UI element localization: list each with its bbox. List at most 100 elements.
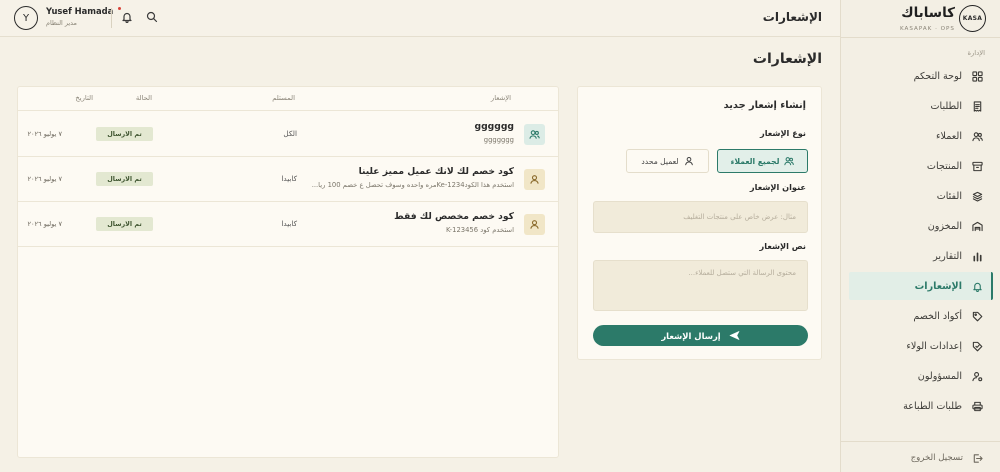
sidebar-item-notifications[interactable]: الإشعارات bbox=[849, 272, 993, 300]
user-name: Yusef Hamada bbox=[46, 6, 114, 16]
users-icon bbox=[524, 124, 545, 145]
table-row[interactable]: gggggg ggggggg الكل تم الارسال ٧ يوليو ٢… bbox=[18, 112, 558, 157]
warehouse-icon bbox=[971, 220, 983, 232]
sidebar-item-print-requests[interactable]: طلبات الطباعة bbox=[849, 392, 993, 420]
tag-icon bbox=[971, 310, 983, 322]
body-field-label: نص الإشعار bbox=[759, 241, 806, 251]
new-notification-form: إنشاء إشعار جديد نوع الإشعار لجميع العمل… bbox=[577, 86, 822, 360]
send-notification-button[interactable]: إرسال الإشعار bbox=[593, 325, 808, 346]
header-title: الإشعارات bbox=[762, 10, 822, 24]
logout-icon bbox=[972, 453, 983, 464]
user-icon bbox=[524, 169, 545, 190]
receipt-icon bbox=[971, 100, 983, 112]
brand-tagline: KASAPAK · OPS bbox=[899, 26, 955, 32]
top-header: Y Yusef Hamada مدير النظام الإشعارات bbox=[0, 0, 840, 37]
column-header-date: التاريخ bbox=[75, 94, 93, 102]
unread-dot bbox=[118, 7, 121, 10]
user-icon bbox=[524, 214, 545, 235]
sidebar-item-dashboard[interactable]: لوحة التحكم bbox=[849, 62, 993, 90]
logout-label: تسجيل الخروج bbox=[910, 453, 963, 463]
notifications-bell-icon[interactable] bbox=[121, 11, 133, 23]
sidebar-item-label: التقارير bbox=[933, 250, 962, 262]
notification-recipient: الكل bbox=[283, 129, 297, 138]
notification-date: ٧ يوليو ٢٠٢٦ bbox=[27, 220, 62, 228]
grid-icon bbox=[971, 70, 983, 82]
sidebar-item-label: المخزون bbox=[927, 220, 962, 232]
table-header: الإشعار المستلم الحالة التاريخ bbox=[18, 87, 558, 111]
sidebar-item-label: الإشعارات bbox=[914, 280, 962, 292]
sidebar-item-label: الطلبات bbox=[930, 100, 962, 112]
column-header-recipient: المستلم bbox=[272, 94, 295, 102]
printer-icon bbox=[971, 400, 983, 412]
users-icon bbox=[971, 130, 983, 142]
sidebar-item-reports[interactable]: التقارير bbox=[849, 242, 993, 270]
sidebar-item-admins[interactable]: المسؤولون bbox=[849, 362, 993, 390]
sidebar-item-customers[interactable]: العملاء bbox=[849, 122, 993, 150]
status-badge: تم الارسال bbox=[96, 217, 153, 231]
body-textarea[interactable] bbox=[593, 260, 808, 311]
notifications-table: الإشعار المستلم الحالة التاريخ gggggg gg… bbox=[17, 86, 559, 458]
users-icon bbox=[784, 156, 795, 166]
sidebar-nav: لوحة التحكم الطلبات العملاء المنتجات الف… bbox=[849, 62, 993, 422]
sidebar-item-label: الفئات bbox=[936, 190, 962, 202]
notification-body: استخدم كود K-123456 bbox=[445, 226, 514, 234]
sidebar-item-label: إعدادات الولاء bbox=[906, 340, 962, 352]
type-option-specific-customer[interactable]: لعميل محدد bbox=[626, 149, 709, 173]
table-row[interactable]: كود خصم مخصص لك فقط استخدم كود K-123456 … bbox=[18, 202, 558, 247]
sidebar-item-orders[interactable]: الطلبات bbox=[849, 92, 993, 120]
sidebar-item-loyalty-settings[interactable]: إعدادات الولاء bbox=[849, 332, 993, 360]
archive-icon bbox=[971, 160, 983, 172]
title-field-label: عنوان الإشعار bbox=[749, 182, 806, 192]
sidebar-section-label: الإدارة bbox=[967, 49, 985, 57]
brand-logo[interactable]: KASA bbox=[959, 5, 986, 32]
brand-name: كاساباك bbox=[901, 5, 955, 21]
layers-icon bbox=[971, 190, 983, 202]
type-option-all-customers[interactable]: لجميع العملاء bbox=[717, 149, 808, 173]
notification-body: ggggggg bbox=[483, 136, 514, 144]
type-label: نوع الإشعار bbox=[759, 128, 806, 138]
notification-date: ٧ يوليو ٢٠٢٦ bbox=[27, 130, 62, 138]
sidebar-item-label: لوحة التحكم bbox=[913, 70, 962, 82]
sidebar-item-discount-codes[interactable]: أكواد الخصم bbox=[849, 302, 993, 330]
sidebar-item-label: المسؤولون bbox=[917, 370, 962, 382]
notification-body: استخدم هذا الكودKe-1234مره واحده وسوف تح… bbox=[311, 181, 514, 189]
bell-icon bbox=[971, 280, 983, 292]
avatar[interactable]: Y bbox=[14, 6, 38, 30]
sidebar: KASA كاساباك KASAPAK · OPS الإدارة لوحة … bbox=[840, 0, 1000, 472]
notification-recipient: كابيدا bbox=[281, 174, 297, 183]
sidebar-item-label: أكواد الخصم bbox=[913, 310, 962, 322]
user-role: مدير النظام bbox=[46, 19, 77, 27]
send-button-label: إرسال الإشعار bbox=[661, 330, 721, 341]
status-badge: تم الارسال bbox=[96, 127, 153, 141]
type-option-label: لعميل محدد bbox=[641, 156, 679, 166]
sidebar-divider bbox=[841, 441, 1000, 442]
brand: KASA كاساباك KASAPAK · OPS bbox=[841, 0, 1000, 38]
sidebar-item-products[interactable]: المنتجات bbox=[849, 152, 993, 180]
user-icon bbox=[684, 156, 694, 166]
sidebar-item-label: العملاء bbox=[936, 130, 962, 142]
notification-recipient: كابيدا bbox=[281, 219, 297, 228]
bar-chart-icon bbox=[971, 250, 983, 262]
loyalty-tag-icon bbox=[971, 340, 983, 352]
notification-title: كود خصم لك لانك عميل مميز علينا bbox=[358, 166, 514, 177]
type-option-label: لجميع العملاء bbox=[730, 156, 780, 166]
send-icon bbox=[729, 330, 740, 341]
header-divider bbox=[111, 8, 112, 28]
user-gear-icon bbox=[971, 370, 983, 382]
column-header-status: الحالة bbox=[135, 94, 152, 102]
sidebar-item-label: المنتجات bbox=[926, 160, 962, 172]
page-title: الإشعارات bbox=[752, 51, 822, 67]
status-badge: تم الارسال bbox=[96, 172, 153, 186]
sidebar-item-label: طلبات الطباعة bbox=[903, 400, 962, 412]
title-input[interactable] bbox=[593, 201, 808, 233]
notification-title: كود خصم مخصص لك فقط bbox=[394, 211, 514, 222]
logout-button[interactable]: تسجيل الخروج bbox=[849, 448, 993, 468]
notification-date: ٧ يوليو ٢٠٢٦ bbox=[27, 175, 62, 183]
sidebar-item-categories[interactable]: الفئات bbox=[849, 182, 993, 210]
column-header-notification: الإشعار bbox=[490, 94, 511, 102]
form-title: إنشاء إشعار جديد bbox=[723, 100, 806, 111]
search-icon[interactable] bbox=[146, 11, 158, 23]
table-row[interactable]: كود خصم لك لانك عميل مميز علينا استخدم ه… bbox=[18, 157, 558, 202]
notification-title: gggggg bbox=[474, 121, 514, 132]
sidebar-item-inventory[interactable]: المخزون bbox=[849, 212, 993, 240]
